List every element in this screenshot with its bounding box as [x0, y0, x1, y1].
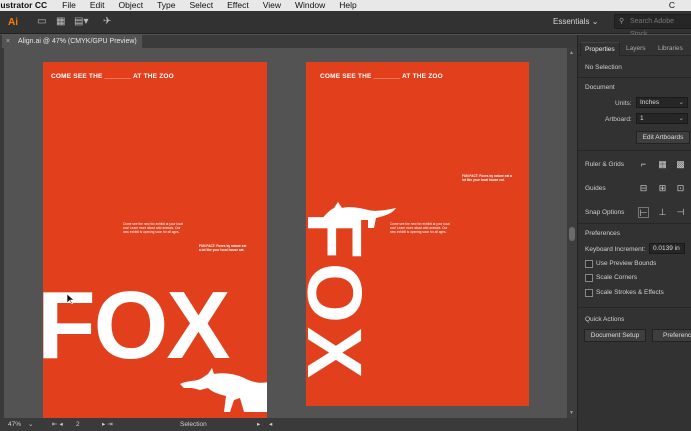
artboard-next-icons[interactable]: ▸⇥: [102, 418, 115, 431]
show-guides-icon[interactable]: ⊟: [638, 183, 649, 194]
units-select[interactable]: Inches ⌄: [636, 97, 688, 108]
illustrator-logo: Ai: [8, 17, 18, 28]
units-label: Units:: [615, 100, 632, 107]
menu-type[interactable]: Type: [157, 0, 175, 11]
chevron-down-icon: ⌄: [678, 99, 684, 106]
pointer-cursor-icon: [67, 294, 75, 304]
grid-icon[interactable]: ▦: [657, 159, 668, 170]
divider: [578, 223, 691, 224]
vertical-scrollbar[interactable]: ▲ ▼: [567, 48, 577, 418]
ruler-grids-label: Ruler & Grids: [585, 161, 625, 168]
artboard-2[interactable]: COME SEE THE _______ AT THE ZOO Come see…: [306, 62, 529, 406]
menu-file[interactable]: File: [62, 0, 76, 11]
search-icon: ⚲: [619, 18, 625, 25]
preferences-button[interactable]: Preferences: [652, 329, 691, 342]
status-arrow-icon[interactable]: ▸: [257, 418, 260, 431]
send-icon[interactable]: ✈: [103, 16, 111, 28]
fox-silhouette: [180, 368, 267, 412]
menubar-tail: C: [668, 0, 675, 10]
smart-guides-icon[interactable]: ⊡: [675, 183, 686, 194]
menu-effect[interactable]: Effect: [227, 0, 249, 11]
scrollbar-thumb[interactable]: [569, 227, 575, 241]
properties-panel: Properties Layers Libraries No Selection…: [577, 35, 691, 431]
quick-actions-heading: Quick Actions: [585, 316, 625, 323]
menu-object[interactable]: Object: [118, 0, 143, 11]
artboard-body-text: Come see the new fox exhibit at your loc…: [390, 222, 450, 234]
bridge-icon[interactable]: ▦: [56, 16, 65, 28]
selection-status: No Selection: [585, 64, 622, 71]
app-menu[interactable]: lustrator CC: [0, 0, 47, 11]
workspace-switcher[interactable]: Essentials ⌄: [553, 17, 598, 26]
divider: [578, 150, 691, 151]
snap-to-pixel-icon[interactable]: ⊣: [675, 207, 686, 218]
artboard-body-text: Come see the new fox exhibit at your loc…: [123, 222, 183, 234]
artboard-number[interactable]: 2: [76, 418, 80, 431]
workspace-label: Essentials: [553, 17, 590, 26]
lock-guides-icon[interactable]: ⊞: [657, 183, 668, 194]
ruler-icon[interactable]: ⌐: [638, 159, 649, 170]
scale-corners-checkbox[interactable]: [585, 274, 593, 282]
chevron-down-icon: ⌄: [591, 17, 599, 26]
artboard-headline: COME SEE THE _______ AT THE ZOO: [51, 73, 174, 80]
pixel-grid-icon[interactable]: ▩: [675, 159, 686, 170]
tab-layers[interactable]: Layers: [622, 42, 650, 56]
snap-options-label: Snap Options: [585, 209, 625, 216]
panel-tabs: Properties Layers Libraries: [578, 42, 691, 56]
keyboard-increment-label: Keyboard Increment:: [585, 246, 646, 253]
scale-strokes-effects-checkbox[interactable]: [585, 289, 593, 297]
fox-wordmark: FOX: [43, 272, 230, 379]
artboard-headline: COME SEE THE _______ AT THE ZOO: [320, 73, 443, 80]
guides-label: Guides: [585, 185, 606, 192]
scroll-down-icon[interactable]: ▼: [569, 410, 574, 416]
fox-wordmark: FOX: [306, 212, 377, 383]
menu-select[interactable]: Select: [190, 0, 214, 11]
menu-edit[interactable]: Edit: [90, 0, 105, 11]
document-tab-title: Align.ai @ 47% (CMYK/GPU Preview): [18, 38, 137, 45]
scale-strokes-effects-label: Scale Strokes & Effects: [596, 289, 664, 296]
menu-window[interactable]: Window: [295, 0, 325, 11]
scale-corners-label: Scale Corners: [596, 274, 638, 281]
zoom-level[interactable]: 47%: [8, 418, 21, 431]
menu-bar: lustrator CC File Edit Object Type Selec…: [0, 0, 691, 11]
zoom-chevron-icon[interactable]: ⌄: [28, 418, 33, 431]
artboard-1[interactable]: COME SEE THE _______ AT THE ZOO Come see…: [43, 62, 267, 418]
keyboard-increment-input[interactable]: 0.0139 in: [649, 243, 685, 254]
arrange-documents-icon[interactable]: ▤▾: [74, 16, 88, 28]
scroll-up-icon[interactable]: ▲: [569, 50, 574, 56]
divider: [578, 77, 691, 78]
edit-artboards-button[interactable]: Edit Artboards: [636, 131, 690, 144]
canvas[interactable]: COME SEE THE _______ AT THE ZOO Come see…: [4, 48, 567, 418]
menu-help[interactable]: Help: [339, 0, 356, 11]
artboard-prev-icons[interactable]: ⇤◂: [52, 418, 65, 431]
snap-to-grid-icon[interactable]: ⊥: [657, 207, 668, 218]
units-value: Inches: [640, 99, 660, 106]
stock-search-input[interactable]: ⚲ Search Adobe Stock: [614, 14, 691, 38]
snap-to-point-icon[interactable]: ⊢: [638, 207, 649, 218]
preferences-heading: Preferences: [585, 230, 621, 237]
document-icon[interactable]: ▭: [37, 16, 46, 28]
document-setup-button[interactable]: Document Setup: [584, 329, 646, 342]
tab-libraries[interactable]: Libraries: [654, 42, 687, 56]
artboard-value: 1: [640, 115, 644, 122]
use-preview-bounds-checkbox[interactable]: [585, 260, 593, 268]
status-menu-icon[interactable]: ◂: [269, 418, 272, 431]
artboard-fun-fact: FUN FACT: Foxes by nature eat a lot like…: [199, 244, 247, 252]
chevron-down-icon: ⌄: [678, 115, 684, 122]
artboard-fun-fact: FUN FACT: Foxes by nature eat a lot like…: [462, 174, 512, 182]
divider: [578, 307, 691, 308]
artboard-select[interactable]: 1 ⌄: [636, 113, 688, 124]
status-bar: 47% ⌄ ⇤◂ 2 ▸⇥ Selection ▸ ◂: [0, 418, 577, 431]
close-icon[interactable]: ×: [6, 35, 10, 48]
document-heading: Document: [585, 84, 615, 91]
menu-view[interactable]: View: [263, 0, 281, 11]
artboard-label: Artboard:: [605, 116, 632, 123]
document-tab[interactable]: × Align.ai @ 47% (CMYK/GPU Preview): [2, 35, 142, 48]
use-preview-bounds-label: Use Preview Bounds: [596, 260, 657, 267]
current-tool-label: Selection: [180, 421, 207, 428]
tab-properties[interactable]: Properties: [580, 42, 620, 56]
